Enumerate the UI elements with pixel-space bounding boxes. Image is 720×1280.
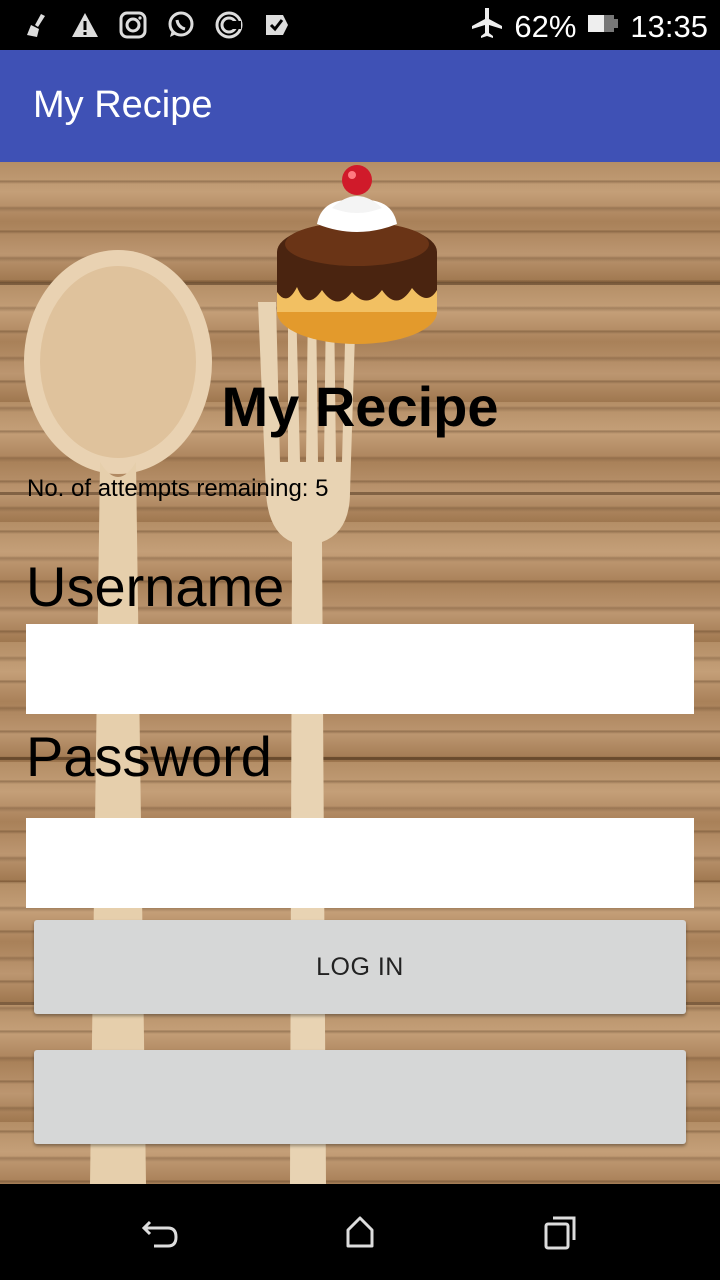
login-button[interactable]: LOG IN: [34, 920, 686, 1014]
attempts-remaining-text: No. of attempts remaining: 5: [27, 475, 329, 502]
username-input[interactable]: [26, 624, 694, 714]
username-label: Username: [26, 555, 285, 618]
system-status: 62% 13:35: [470, 6, 708, 48]
battery-icon: [586, 6, 620, 48]
password-input[interactable]: [26, 818, 694, 908]
app-title: My Recipe: [33, 84, 213, 126]
status-bar: 62% 13:35: [0, 0, 720, 50]
home-icon[interactable]: [340, 1212, 380, 1252]
clock: 13:35: [630, 9, 708, 44]
sync-icon: [214, 8, 244, 42]
navigation-bar: [0, 1184, 720, 1280]
cake-logo: [277, 165, 437, 344]
airplane-icon: [470, 6, 504, 48]
login-screen: My Recipe No. of attempts remaining: 5 U…: [0, 162, 720, 1184]
back-icon[interactable]: [140, 1212, 180, 1252]
instagram-icon: [118, 8, 148, 42]
password-label: Password: [26, 725, 272, 788]
check-box-icon: [262, 8, 292, 42]
battery-percent: 62%: [514, 9, 577, 44]
app-bar: My Recipe: [0, 50, 720, 162]
recents-icon[interactable]: [540, 1212, 580, 1252]
notification-icons: [22, 8, 292, 42]
secondary-button[interactable]: [34, 1050, 686, 1144]
warning-icon: [70, 8, 100, 42]
page-title: My Recipe: [221, 375, 499, 438]
broom-icon: [22, 8, 52, 42]
whatsapp-icon: [166, 8, 196, 42]
